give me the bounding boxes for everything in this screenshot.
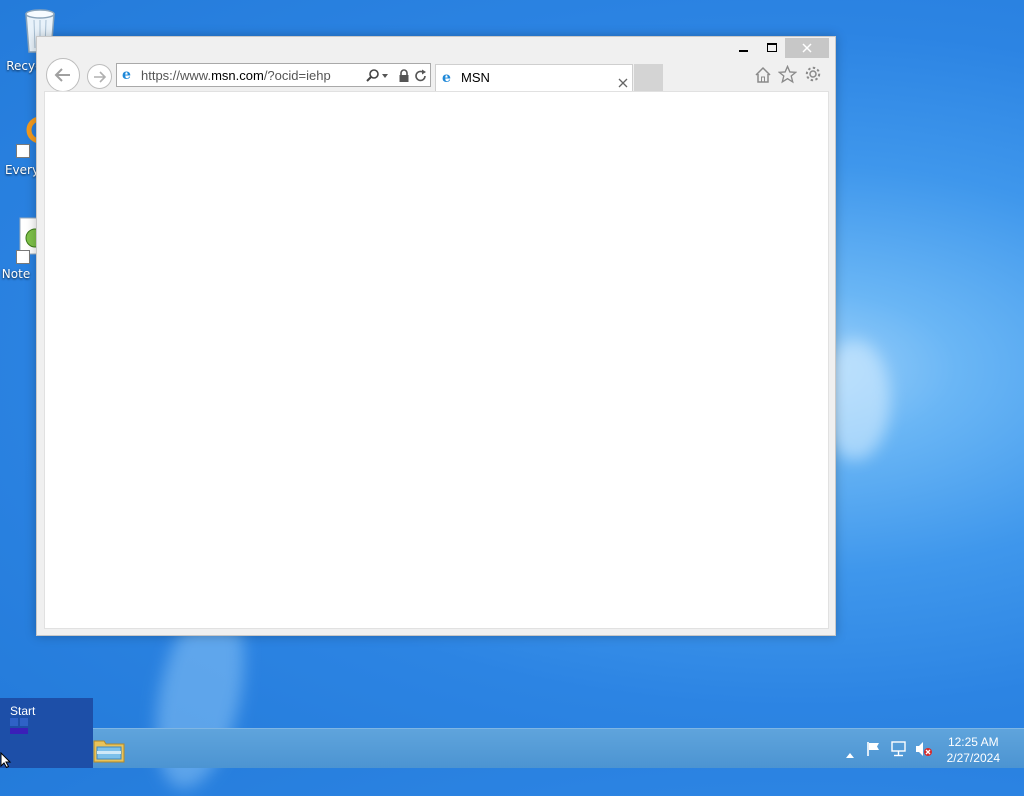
search-icon[interactable] (365, 68, 389, 87)
shortcut-arrow-icon (16, 250, 30, 264)
forward-icon (93, 70, 106, 83)
url-domain: msn.com (211, 68, 264, 83)
minimize-button[interactable] (729, 38, 759, 58)
volume-muted-icon[interactable] (915, 741, 933, 761)
start-label: Start (10, 704, 36, 718)
ie-page-icon: e (122, 67, 131, 83)
favorites-icon[interactable] (777, 64, 798, 88)
address-url[interactable]: https://www.msn.com/?ocid=iehp (141, 68, 331, 83)
taskbar: 12:25 AM 2/27/2024 (0, 728, 1024, 768)
close-button[interactable] (785, 38, 829, 58)
minimize-icon (739, 50, 748, 52)
back-icon (54, 68, 70, 82)
maximize-icon (766, 43, 777, 52)
mouse-cursor-icon (0, 751, 12, 772)
action-center-flag-icon[interactable] (866, 741, 882, 761)
tab-msn[interactable]: e MSN (435, 64, 633, 91)
internet-explorer-window[interactable]: e https://www.msn.com/?ocid=iehp e MSN (36, 36, 836, 636)
file-explorer-icon[interactable] (93, 735, 125, 767)
shortcut-arrow-icon (16, 144, 30, 158)
home-icon[interactable] (754, 66, 772, 88)
clock-time: 12:25 AM (947, 735, 999, 749)
clock-date: 2/27/2024 (946, 751, 1000, 765)
start-button[interactable]: Start (0, 698, 93, 768)
ie-tab-icon: e (442, 70, 451, 86)
maximize-button[interactable] (757, 38, 787, 58)
tab-title: MSN (461, 70, 490, 85)
windows-logo-icon (10, 718, 30, 742)
taskbar-clock[interactable]: 12:25 AM 2/27/2024 (947, 734, 1000, 766)
tools-gear-icon[interactable] (804, 65, 822, 87)
new-tab-button[interactable] (634, 64, 663, 91)
network-icon[interactable] (891, 741, 908, 761)
url-prefix: https://www. (141, 68, 212, 83)
url-suffix: /?ocid=iehp (263, 68, 331, 83)
show-hidden-icons[interactable] (845, 744, 855, 763)
lock-icon[interactable] (398, 68, 410, 87)
web-content-area[interactable] (44, 91, 829, 629)
close-tab-icon[interactable] (618, 73, 628, 92)
close-icon (802, 43, 812, 53)
back-button[interactable] (46, 58, 80, 92)
address-bar[interactable]: e https://www.msn.com/?ocid=iehp (116, 63, 431, 87)
refresh-icon[interactable] (414, 68, 428, 87)
forward-button[interactable] (87, 64, 112, 89)
